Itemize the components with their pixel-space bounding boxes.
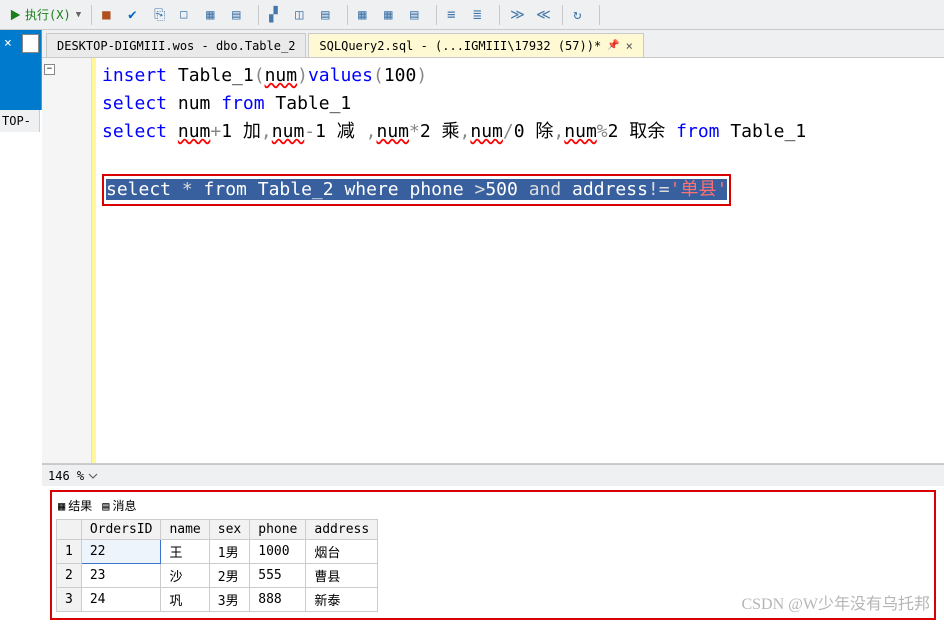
stats-button-3[interactable]: ▤	[406, 3, 430, 27]
cell[interactable]: 24	[81, 588, 161, 612]
side-strip: ×	[0, 30, 42, 110]
rownum: 3	[57, 588, 82, 612]
code-line-5: select * from Table_2 where phone >500 a…	[102, 174, 938, 206]
indent-button[interactable]: ⎘	[150, 3, 174, 27]
tab-sqlquery2[interactable]: SQLQuery2.sql - (...IGMIII\17932 (57))* …	[308, 33, 643, 57]
cell[interactable]: 1男	[209, 540, 249, 564]
message-icon: ▤	[102, 499, 109, 513]
cell[interactable]: 1000	[250, 540, 306, 564]
plan-button-2[interactable]: ◫	[291, 3, 315, 27]
col-sex[interactable]: sex	[209, 520, 249, 540]
execute-button[interactable]: 执行(X) ▼	[4, 3, 85, 27]
object-explorer-fragment: TOP-	[0, 110, 40, 132]
gutter: −	[42, 58, 92, 463]
execute-label: 执行(X)	[25, 6, 71, 23]
pin-icon[interactable]: 📌	[607, 40, 619, 51]
code-line-2: select num from Table_1	[102, 90, 938, 118]
cell[interactable]: 曹县	[306, 564, 378, 588]
code-line-4	[102, 146, 938, 174]
tab-table2[interactable]: DESKTOP-DIGMIII.wos - dbo.Table_2	[46, 33, 306, 57]
code-line-3: select num+1 加,num-1 减 ,num*2 乘,num/0 除,…	[102, 118, 938, 146]
tab-messages[interactable]: ▤ 消息	[102, 497, 136, 514]
col-name[interactable]: name	[161, 520, 209, 540]
col-phone[interactable]: phone	[250, 520, 306, 540]
rownum: 1	[57, 540, 82, 564]
comment-button[interactable]: ≡	[443, 3, 467, 27]
cell[interactable]: 23	[81, 564, 161, 588]
col-ordersid[interactable]: OrdersID	[81, 520, 161, 540]
tab-bar: DESKTOP-DIGMIII.wos - dbo.Table_2 SQLQue…	[42, 30, 944, 58]
separator	[347, 5, 348, 25]
chevron-down-icon: ▼	[74, 10, 81, 20]
separator	[499, 5, 500, 25]
tab-label: DESKTOP-DIGMIII.wos - dbo.Table_2	[57, 39, 295, 53]
table-header-row: OrdersID name sex phone address	[57, 520, 378, 540]
cell[interactable]: 新泰	[306, 588, 378, 612]
grid-icon: ▦	[58, 499, 65, 513]
results-tab-bar: ▦ 结果 ▤ 消息	[56, 494, 930, 517]
text-mode-button[interactable]: □	[176, 3, 200, 27]
stats-button-1[interactable]: ▦	[354, 3, 378, 27]
table-row[interactable]: 3 24 巩 3男 888 新泰	[57, 588, 378, 612]
zoom-value: 146 %	[48, 469, 84, 483]
cell[interactable]: 22	[81, 540, 161, 564]
results-grid[interactable]: OrdersID name sex phone address 1 22 王 1…	[56, 519, 378, 612]
plan-button-1[interactable]: ▞	[265, 3, 289, 27]
code-line-1: insert Table_1(num)values(100)	[102, 62, 938, 90]
chevron-down-icon	[88, 471, 98, 481]
tab-label: 结果	[68, 497, 92, 514]
main-toolbar: 执行(X) ▼ ■ ✔ ⎘ □ ▦ ▤ ▞ ◫ ▤ ▦ ▦ ▤ ≡ ≣ ≫ ≪ …	[0, 0, 944, 30]
file-mode-button[interactable]: ▤	[228, 3, 252, 27]
collapse-icon[interactable]: −	[44, 64, 55, 75]
separator	[436, 5, 437, 25]
tab-label: SQLQuery2.sql - (...IGMIII\17932 (57))*	[319, 39, 601, 53]
plan-button-3[interactable]: ▤	[317, 3, 341, 27]
separator	[599, 5, 600, 25]
tab-label: 消息	[112, 497, 136, 514]
cell[interactable]: 烟台	[306, 540, 378, 564]
cell[interactable]: 3男	[209, 588, 249, 612]
results-panel: ▦ 结果 ▤ 消息 OrdersID name sex phone addres…	[50, 490, 936, 620]
cell[interactable]: 888	[250, 588, 306, 612]
rownum: 2	[57, 564, 82, 588]
close-icon[interactable]: ×	[626, 39, 633, 53]
cell[interactable]: 巩	[161, 588, 209, 612]
close-icon[interactable]: ×	[4, 36, 12, 51]
tab-results[interactable]: ▦ 结果	[58, 497, 92, 514]
play-icon	[8, 8, 22, 22]
cell[interactable]: 555	[250, 564, 306, 588]
table-row[interactable]: 1 22 王 1男 1000 烟台	[57, 540, 378, 564]
cell[interactable]: 王	[161, 540, 209, 564]
stats-button-2[interactable]: ▦	[380, 3, 404, 27]
stop-button[interactable]: ■	[98, 3, 122, 27]
uncomment-button[interactable]: ≣	[469, 3, 493, 27]
grid-mode-button[interactable]: ▦	[202, 3, 226, 27]
separator	[562, 5, 563, 25]
code-editor[interactable]: insert Table_1(num)values(100) select nu…	[92, 58, 944, 463]
reconnect-button[interactable]: ↻	[569, 3, 593, 27]
main-panel: DESKTOP-DIGMIII.wos - dbo.Table_2 SQLQue…	[42, 30, 944, 624]
indent-dec-button[interactable]: ≪	[532, 3, 556, 27]
col-rownum	[57, 520, 82, 540]
editor-statusbar: 146 %	[42, 464, 944, 486]
table-row[interactable]: 2 23 沙 2男 555 曹县	[57, 564, 378, 588]
separator	[258, 5, 259, 25]
cell[interactable]: 2男	[209, 564, 249, 588]
indent-inc-button[interactable]: ≫	[506, 3, 530, 27]
zoom-control[interactable]: 146 %	[48, 469, 98, 483]
cell[interactable]: 沙	[161, 564, 209, 588]
parse-button[interactable]: ✔	[124, 3, 148, 27]
side-tab[interactable]	[22, 34, 39, 53]
editor-area: − insert Table_1(num)values(100) select …	[42, 58, 944, 464]
col-address[interactable]: address	[306, 520, 378, 540]
separator	[91, 5, 92, 25]
